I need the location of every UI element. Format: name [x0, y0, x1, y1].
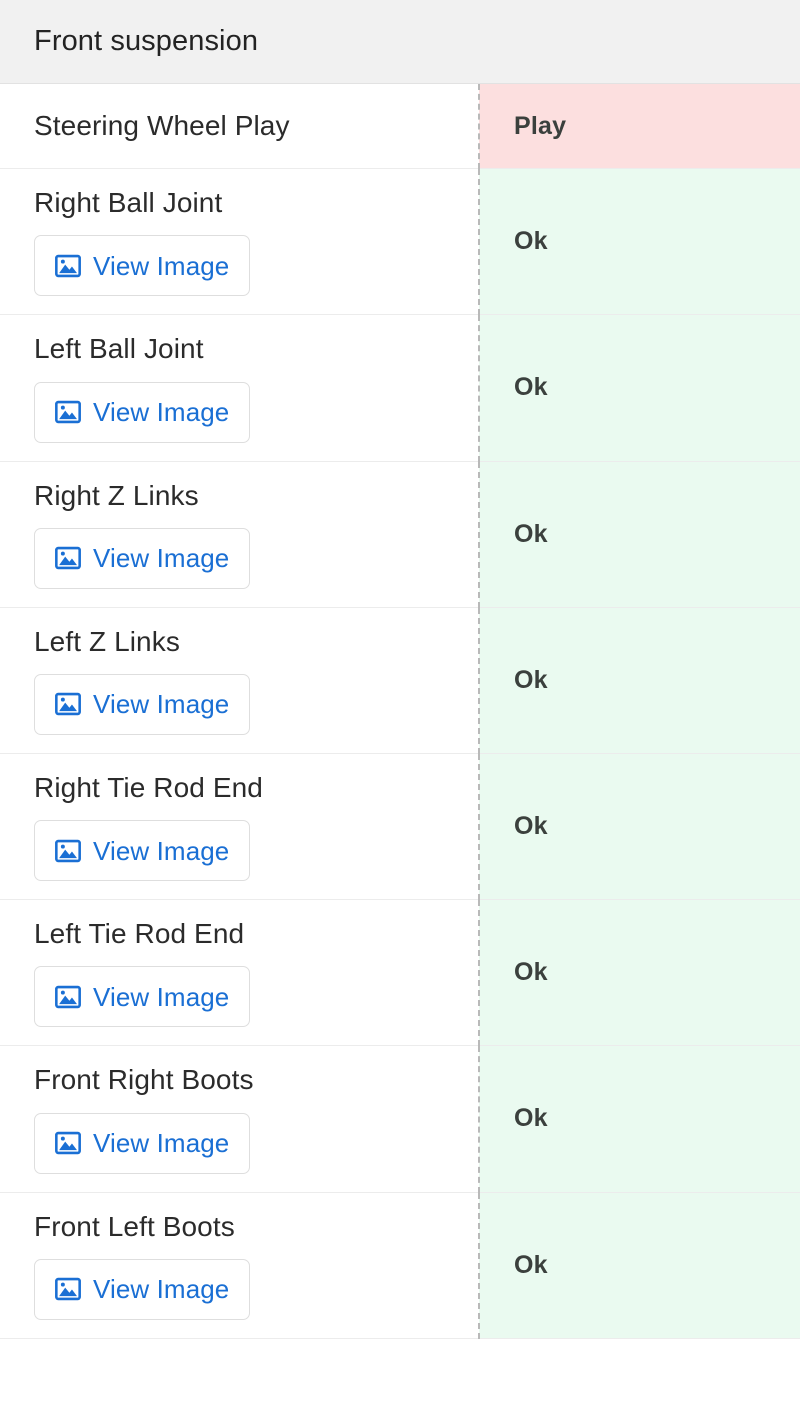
- inspection-item-cell: Front Left Boots View Image: [0, 1192, 480, 1339]
- image-icon: [54, 837, 82, 865]
- status-badge: Ok: [479, 753, 800, 901]
- view-image-button[interactable]: View Image: [34, 1258, 251, 1320]
- table-row: Front Left Boots View Image Ok: [0, 1192, 800, 1339]
- table-row: Left Tie Rod End View Image Ok: [0, 899, 800, 1047]
- view-image-button[interactable]: View Image: [34, 1112, 251, 1174]
- image-icon: [54, 1275, 82, 1303]
- table-row: Right Tie Rod End View Image Ok: [0, 753, 800, 901]
- inspection-item-cell: Left Z Links View Image: [0, 607, 480, 754]
- inspection-item-cell: Steering Wheel Play: [0, 84, 480, 170]
- inspection-table: Steering Wheel Play Play Right Ball Joint V…: [0, 84, 800, 1339]
- inspection-item-label: Left Z Links: [34, 625, 180, 657]
- table-row: Left Z Links View Image Ok: [0, 607, 800, 754]
- view-image-button-label: View Image: [93, 835, 230, 866]
- section-header: Front suspension: [0, 0, 800, 84]
- view-image-button-label: View Image: [93, 1128, 230, 1158]
- inspection-item-label: Right Ball Joint: [34, 187, 223, 219]
- status-badge: Play: [479, 84, 800, 170]
- status-badge: Ok: [479, 314, 800, 462]
- view-image-button-label: View Image: [93, 543, 230, 574]
- inspection-table-body: Steering Wheel Play Play Right Ball Joint V…: [0, 84, 800, 1339]
- inspection-item-cell: Left Tie Rod End View Image: [0, 899, 480, 1047]
- table-row: Right Z Links View Image Ok: [0, 461, 800, 608]
- image-icon: [54, 1129, 82, 1157]
- image-icon: [54, 983, 82, 1011]
- view-image-button[interactable]: View Image: [34, 966, 251, 1028]
- inspection-item-cell: Left Ball Joint View Image: [0, 314, 480, 462]
- table-row: Front Right Boots View Image Ok: [0, 1045, 800, 1193]
- inspection-item-cell: Front Right Boots View Image: [0, 1045, 480, 1193]
- view-image-button-label: View Image: [93, 397, 230, 428]
- page-title: Front suspension: [34, 24, 259, 57]
- inspection-item-label: Steering Wheel Play: [34, 110, 290, 141]
- view-image-button-label: View Image: [93, 981, 230, 1012]
- inspection-item-label: Left Ball Joint: [34, 333, 204, 365]
- front-suspension-panel: Front suspension Steering Wheel Play Play…: [0, 0, 800, 1411]
- status-badge: Ok: [479, 899, 800, 1047]
- view-image-button[interactable]: View Image: [34, 235, 251, 297]
- inspection-item-cell: Right Tie Rod End View Image: [0, 753, 480, 901]
- inspection-item-label: Right Tie Rod End: [34, 771, 263, 803]
- view-image-button-label: View Image: [93, 689, 230, 720]
- inspection-item-label: Front Right Boots: [34, 1064, 254, 1096]
- view-image-button[interactable]: View Image: [34, 527, 251, 589]
- image-icon: [54, 252, 82, 280]
- image-icon: [54, 398, 82, 426]
- view-image-button[interactable]: View Image: [34, 381, 251, 443]
- table-row: Right Ball Joint View Image Ok: [0, 168, 800, 316]
- image-icon: [54, 690, 82, 718]
- status-badge: Ok: [479, 168, 800, 316]
- view-image-button[interactable]: View Image: [34, 673, 251, 735]
- view-image-button[interactable]: View Image: [34, 820, 251, 882]
- status-badge: Ok: [479, 1192, 800, 1339]
- inspection-item-label: Front Left Boots: [34, 1210, 235, 1242]
- inspection-item-cell: Right Ball Joint View Image: [0, 168, 480, 316]
- view-image-button-label: View Image: [93, 1274, 230, 1305]
- status-badge: Ok: [479, 1045, 800, 1193]
- inspection-item-cell: Right Z Links View Image: [0, 461, 480, 608]
- table-row: Steering Wheel Play Play: [0, 84, 800, 170]
- inspection-item-label: Right Z Links: [34, 479, 199, 511]
- image-icon: [54, 544, 82, 572]
- status-badge: Ok: [479, 607, 800, 754]
- inspection-item-label: Left Tie Rod End: [34, 918, 245, 950]
- view-image-button-label: View Image: [93, 250, 230, 281]
- status-badge: Ok: [479, 461, 800, 608]
- table-row: Left Ball Joint View Image Ok: [0, 314, 800, 462]
